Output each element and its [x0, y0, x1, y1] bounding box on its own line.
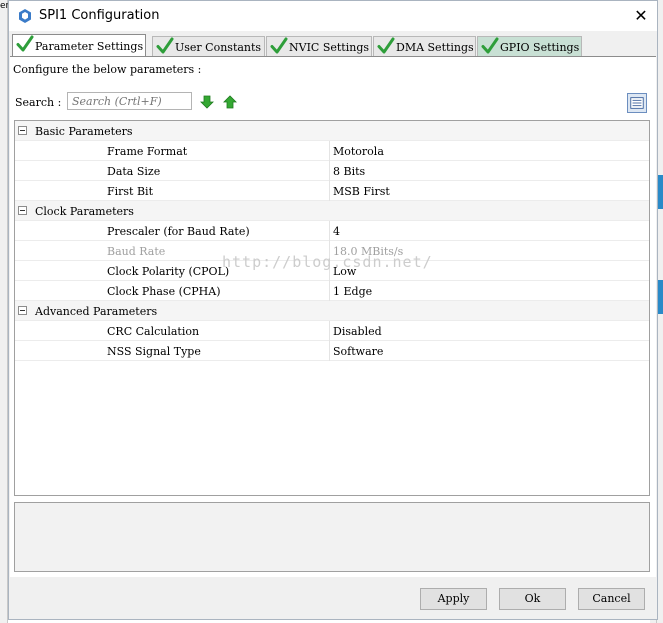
title-bar: SPI1 Configuration ✕	[9, 1, 657, 31]
tab-parameter-settings[interactable]: Parameter Settings	[12, 34, 146, 56]
list-view-icon	[630, 97, 644, 109]
collapse-icon[interactable]	[18, 306, 27, 315]
param-name: Clock Polarity (CPOL)	[107, 265, 230, 278]
check-icon	[270, 37, 288, 54]
param-value[interactable]: 1 Edge	[333, 285, 372, 298]
param-row-prescaler[interactable]: Prescaler (for Baud Rate) 4	[15, 221, 649, 241]
param-value[interactable]: 4	[333, 225, 340, 238]
param-name: Frame Format	[107, 145, 188, 158]
param-row-nss-signal-type[interactable]: NSS Signal Type Software	[15, 341, 649, 361]
check-icon	[377, 37, 395, 54]
ok-button[interactable]: Ok	[499, 588, 566, 610]
arrow-down-icon[interactable]	[199, 94, 215, 110]
param-value[interactable]: Motorola	[333, 145, 384, 158]
param-row-first-bit[interactable]: First Bit MSB First	[15, 181, 649, 201]
arrow-up-icon[interactable]	[222, 94, 238, 110]
column-divider	[329, 341, 330, 361]
description-panel	[14, 502, 650, 572]
param-value[interactable]: MSB First	[333, 185, 390, 198]
param-name: CRC Calculation	[107, 325, 200, 338]
param-value[interactable]: Software	[333, 345, 383, 358]
collapse-icon[interactable]	[18, 206, 27, 215]
param-name: Baud Rate	[107, 245, 166, 258]
window-title: SPI1 Configuration	[39, 8, 160, 23]
param-name: Clock Phase (CPHA)	[107, 285, 221, 298]
group-label: Basic Parameters	[35, 125, 133, 138]
group-basic-parameters[interactable]: Basic Parameters	[15, 121, 649, 141]
check-icon	[156, 37, 174, 54]
param-name: Prescaler (for Baud Rate)	[107, 225, 250, 238]
background-window-edge	[0, 0, 8, 623]
column-divider	[329, 221, 330, 241]
collapse-icon[interactable]	[18, 126, 27, 135]
check-icon	[481, 37, 499, 54]
list-view-button[interactable]	[627, 93, 647, 113]
search-input[interactable]	[67, 92, 192, 110]
app-icon	[19, 9, 31, 23]
param-value[interactable]: Disabled	[333, 325, 382, 338]
param-name: First Bit	[107, 185, 153, 198]
watermark-text: http://blog.csdn.net/	[222, 253, 433, 271]
tab-dma-settings[interactable]: DMA Settings	[373, 36, 476, 56]
group-label: Clock Parameters	[35, 205, 134, 218]
tab-gpio-settings[interactable]: GPIO Settings	[477, 36, 582, 56]
param-value[interactable]: 8 Bits	[333, 165, 365, 178]
param-row-frame-format[interactable]: Frame Format Motorola	[15, 141, 649, 161]
group-clock-parameters[interactable]: Clock Parameters	[15, 201, 649, 221]
column-divider	[329, 181, 330, 201]
tab-label: NVIC Settings	[289, 41, 370, 54]
parameter-tree: Basic Parameters Frame Format Motorola D…	[14, 120, 650, 496]
tab-label: DMA Settings	[396, 41, 474, 54]
apply-button[interactable]: Apply	[420, 588, 487, 610]
tab-label: Parameter Settings	[35, 40, 144, 53]
parameter-settings-panel: Configure the below parameters : Search …	[10, 56, 656, 577]
group-advanced-parameters[interactable]: Advanced Parameters	[15, 301, 649, 321]
param-row-clock-phase[interactable]: Clock Phase (CPHA) 1 Edge	[15, 281, 649, 301]
configure-instructions: Configure the below parameters :	[13, 63, 202, 76]
tab-label: User Constants	[175, 41, 262, 54]
param-row-crc-calculation[interactable]: CRC Calculation Disabled	[15, 321, 649, 341]
param-name: Data Size	[107, 165, 161, 178]
tab-label: GPIO Settings	[500, 41, 580, 54]
tab-strip: Parameter Settings User Constants NVIC S…	[9, 34, 657, 56]
spi1-configuration-dialog: SPI1 Configuration ✕ Parameter Settings …	[8, 0, 658, 620]
tab-user-constants[interactable]: User Constants	[152, 36, 265, 56]
param-name: NSS Signal Type	[107, 345, 201, 358]
column-divider	[329, 321, 330, 341]
cancel-button[interactable]: Cancel	[578, 588, 645, 610]
background-window-text: er	[0, 1, 8, 11]
column-divider	[329, 141, 330, 161]
param-row-data-size[interactable]: Data Size 8 Bits	[15, 161, 649, 181]
tab-nvic-settings[interactable]: NVIC Settings	[266, 36, 372, 56]
check-icon	[16, 35, 34, 52]
column-divider	[329, 161, 330, 181]
column-divider	[329, 281, 330, 301]
search-label: Search :	[15, 96, 62, 109]
close-button[interactable]: ✕	[627, 3, 655, 29]
group-label: Advanced Parameters	[35, 305, 158, 318]
